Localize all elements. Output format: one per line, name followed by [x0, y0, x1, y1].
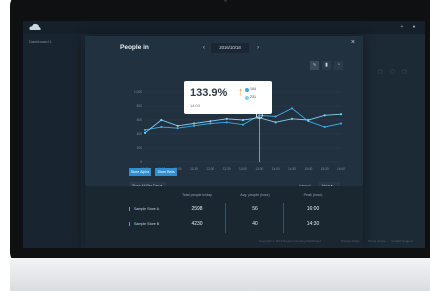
- cell-store-b-total: 4230: [191, 221, 203, 227]
- tooltip-legend-2: 231: [250, 95, 256, 99]
- close-icon[interactable]: ×: [351, 39, 355, 46]
- segment-store-beta[interactable]: Store Beta: [155, 168, 177, 176]
- cell-store-b-avg: 40: [252, 221, 258, 227]
- column-header-peak: Peak (hour): [303, 193, 323, 197]
- cloud-logo-icon: [29, 23, 41, 30]
- x-tick-label: 13:00: [239, 167, 247, 171]
- data-point[interactable]: [192, 122, 196, 125]
- column-header-avg: Avg. people (hour): [240, 193, 270, 197]
- line-chart-icon[interactable]: ∿: [310, 61, 319, 70]
- cell-store-a-peak: 16:00: [306, 206, 320, 212]
- top-bar: + ●: [23, 21, 425, 34]
- x-tick-label: 13:30: [255, 167, 263, 171]
- column-header-total: Total people in/day: [182, 193, 212, 197]
- tooltip-legend-1: 104: [250, 87, 256, 91]
- data-point[interactable]: [209, 120, 212, 123]
- x-tick-label: 14:30: [288, 167, 296, 171]
- data-point[interactable]: [160, 118, 163, 122]
- column-divider: [283, 203, 284, 233]
- data-point[interactable]: [143, 131, 147, 134]
- segment-store-alpha[interactable]: Store Alpha: [129, 168, 151, 176]
- data-point[interactable]: [225, 121, 228, 124]
- data-point[interactable]: [143, 128, 147, 132]
- series-line: [144, 113, 342, 134]
- y-tick-label: 400: [137, 132, 143, 136]
- data-point[interactable]: [339, 113, 343, 116]
- sidebar: Dashboard 1: [23, 34, 81, 248]
- background-widget-icon: ▢: [402, 69, 407, 75]
- y-tick-label: 0: [140, 160, 142, 164]
- data-point[interactable]: [290, 107, 294, 110]
- y-tick-label: 200: [137, 146, 143, 150]
- background-widget-icon: ▢: [378, 69, 383, 75]
- x-tick-label: 14:00: [272, 167, 280, 171]
- chart-tooltip: 133.9% ↑ 14:03 104 231: [184, 81, 272, 114]
- tooltip-value: 133.9%: [190, 87, 228, 99]
- footer-link-privacy[interactable]: Privacy Policy: [341, 239, 360, 243]
- arrow-up-icon: ↑: [238, 86, 244, 98]
- data-point[interactable]: [209, 122, 212, 125]
- row-label-store-a: Sample Store A: [129, 207, 159, 211]
- bar-chart-icon[interactable]: ▮: [322, 61, 331, 70]
- data-point[interactable]: [323, 114, 326, 117]
- user-icon[interactable]: ●: [411, 24, 417, 30]
- chevron-right-icon[interactable]: ›: [253, 43, 263, 53]
- data-point[interactable]: [274, 121, 277, 124]
- y-tick-label: 800: [137, 104, 143, 108]
- x-tick-label: 16:00: [337, 167, 345, 171]
- data-point[interactable]: [241, 118, 245, 122]
- summary-panel: Total people in/day Avg. people (hour) P…: [85, 186, 363, 248]
- data-point[interactable]: [274, 115, 277, 118]
- cell-store-b-peak: 14:30: [306, 221, 320, 227]
- data-point[interactable]: [192, 124, 196, 127]
- y-tick-label: 1,000: [134, 90, 142, 94]
- summary-table: Total people in/day Avg. people (hour) P…: [85, 186, 363, 248]
- x-tick-label: 12:00: [206, 167, 214, 171]
- data-point[interactable]: [241, 123, 245, 126]
- cell-store-a-total: 2598: [191, 206, 203, 212]
- stage: + ● Dashboard 1 ▢ ▢ ▢ People in × ‹ 2016…: [0, 0, 430, 291]
- camera-dot: [224, 0, 227, 2]
- legend-dot: [245, 96, 249, 100]
- y-tick-label: 600: [137, 118, 143, 122]
- cell-store-a-avg: 56: [252, 206, 258, 212]
- x-tick-label: 12:30: [223, 167, 231, 171]
- x-tick-label: 11:30: [190, 167, 198, 171]
- tooltip-subtext: 14:03: [190, 103, 201, 108]
- sidebar-item-dashboard[interactable]: Dashboard 1: [29, 39, 52, 44]
- data-point[interactable]: [307, 118, 310, 122]
- data-point[interactable]: [290, 117, 294, 120]
- legend-dot: [245, 88, 249, 92]
- app-screen: + ● Dashboard 1 ▢ ▢ ▢ People in × ‹ 2016…: [23, 21, 425, 248]
- data-point[interactable]: [323, 125, 326, 129]
- data-point[interactable]: [160, 125, 163, 129]
- chart-type-toolbar: ∿ ▮ ◔: [310, 61, 344, 70]
- data-point[interactable]: [176, 127, 179, 130]
- data-point[interactable]: [225, 117, 228, 120]
- date-navigator: ‹ 2016/10/18 ›: [195, 43, 265, 53]
- monitor-chin: [10, 258, 430, 291]
- column-divider: [225, 203, 226, 233]
- plus-icon[interactable]: +: [399, 24, 405, 30]
- footer-link-contact[interactable]: Contact Support: [391, 239, 413, 243]
- modal-title: People in: [120, 44, 149, 51]
- footer-link-terms[interactable]: Terms of Use: [368, 239, 386, 243]
- background-widget-icon: ▢: [390, 69, 395, 75]
- footer-copyright: Copyright © 2016 People Counting Dashboa…: [259, 239, 321, 243]
- data-point[interactable]: [258, 114, 261, 117]
- pie-chart-icon[interactable]: ◔: [334, 61, 343, 70]
- row-label-store-b: Sample Store B: [129, 222, 159, 226]
- x-tick-label: 15:00: [304, 167, 312, 171]
- date-display[interactable]: 2016/10/18: [211, 43, 249, 53]
- data-point[interactable]: [339, 122, 343, 125]
- chevron-left-icon[interactable]: ‹: [199, 43, 209, 53]
- x-tick-label: 15:30: [321, 167, 329, 171]
- data-point[interactable]: [176, 124, 179, 127]
